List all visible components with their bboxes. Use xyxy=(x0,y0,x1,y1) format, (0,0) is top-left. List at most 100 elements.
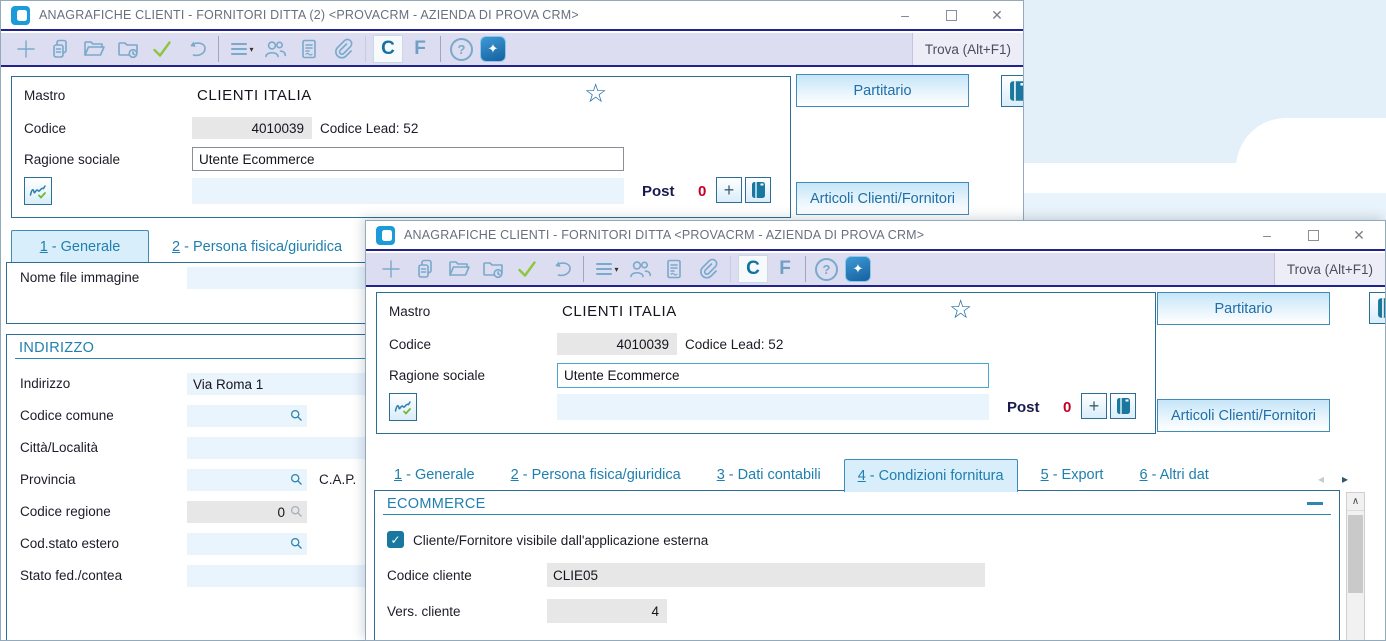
lookup-icon[interactable] xyxy=(290,473,303,486)
attachment-icon[interactable] xyxy=(328,35,358,63)
recent-documents-icon[interactable] xyxy=(478,255,508,283)
letter-c-button[interactable]: C xyxy=(738,255,768,283)
indirizzo-label: Indirizzo xyxy=(20,376,71,391)
tab-persona-fisica-giuridica[interactable]: 2 - Persona fisica/giuridica xyxy=(159,231,355,263)
menu-caret-icon: ▾ xyxy=(614,264,619,274)
tab-strip: 1 - Generale 2 - Persona fisica/giuridic… xyxy=(11,229,365,263)
ragione-sociale-label: Ragione sociale xyxy=(24,152,121,167)
tab-persona-fisica-giuridica[interactable]: 2 - Persona fisica/giuridica xyxy=(498,459,694,491)
vers-cliente-field: 4 xyxy=(547,599,667,623)
extra-description-field[interactable] xyxy=(192,178,624,204)
collapse-section-icon[interactable] xyxy=(1307,502,1323,505)
letter-f-button[interactable]: F xyxy=(772,255,798,283)
open-folder-icon[interactable] xyxy=(79,35,109,63)
mastro-label: Mastro xyxy=(24,88,66,103)
articoli-clienti-fornitori-button[interactable]: Articoli Clienti/Fornitori xyxy=(1157,399,1330,432)
close-icon[interactable]: ✕ xyxy=(989,7,1005,23)
notebook-icon xyxy=(751,182,765,198)
tab-scroll-left-icon[interactable]: ◂ xyxy=(1318,473,1324,485)
partitario-button[interactable]: Partitario xyxy=(796,74,969,107)
add-post-button[interactable]: + xyxy=(716,177,742,203)
open-folder-icon[interactable] xyxy=(444,255,474,283)
ragione-sociale-input[interactable]: Utente Ecommerce xyxy=(557,363,989,388)
titlebar[interactable]: ANAGRAFICHE CLIENTI - FORNITORI DITTA (2… xyxy=(1,1,1023,31)
tab-generale[interactable]: 1 - Generale xyxy=(11,230,149,263)
side-notebook-button[interactable] xyxy=(1369,292,1385,324)
codice-field: 4010039 xyxy=(557,333,677,355)
side-notebook-button[interactable] xyxy=(1001,75,1023,107)
provincia-label: Provincia xyxy=(20,472,76,487)
scroll-up-icon[interactable]: ∧ xyxy=(1347,493,1364,511)
recent-documents-icon[interactable] xyxy=(113,35,143,63)
close-icon[interactable]: ✕ xyxy=(1351,227,1367,243)
tab-generale[interactable]: 1 - Generale xyxy=(381,459,488,491)
lookup-icon xyxy=(290,505,302,517)
tab-scroll-right-icon[interactable]: ▸ xyxy=(1342,473,1348,485)
lookup-icon[interactable] xyxy=(290,537,303,550)
extra-description-field[interactable] xyxy=(557,394,989,420)
find-shortcut-label[interactable]: Trova (Alt+F1) xyxy=(1273,253,1385,285)
notes-icon[interactable] xyxy=(659,255,689,283)
tab-dati-contabili[interactable]: 3 - Dati contabili xyxy=(704,459,834,491)
ecommerce-section-title: ECOMMERCE xyxy=(383,493,1331,515)
find-shortcut-label[interactable]: Trova (Alt+F1) xyxy=(911,33,1023,65)
toolbar-separator xyxy=(218,36,219,62)
scrollbar-thumb[interactable] xyxy=(1348,515,1363,593)
letter-f-button[interactable]: F xyxy=(407,35,433,63)
maximize-icon[interactable] xyxy=(1305,227,1321,243)
vertical-scrollbar[interactable]: ∧ xyxy=(1346,492,1365,640)
tab-altri-dati[interactable]: 6 - Altri dat xyxy=(1126,459,1208,491)
visibile-esterna-checkbox[interactable]: ✓ xyxy=(387,531,404,548)
minimize-icon[interactable]: – xyxy=(1259,227,1275,243)
duplicate-icon[interactable] xyxy=(45,35,75,63)
minimize-icon[interactable]: – xyxy=(897,7,913,23)
ragione-sociale-input[interactable]: Utente Ecommerce xyxy=(192,147,624,171)
signature-check-icon xyxy=(29,185,46,199)
confirm-check-icon[interactable] xyxy=(512,255,542,283)
menu-icon[interactable]: ▾ xyxy=(226,35,256,63)
letter-c-button[interactable]: C xyxy=(373,35,403,63)
app-icon xyxy=(376,225,395,245)
add-post-button[interactable]: + xyxy=(1081,393,1107,419)
menu-icon[interactable]: ▾ xyxy=(591,255,621,283)
articoli-clienti-fornitori-button[interactable]: Articoli Clienti/Fornitori xyxy=(796,182,969,215)
contacts-icon[interactable] xyxy=(625,255,655,283)
contacts-icon[interactable] xyxy=(260,35,290,63)
maximize-icon[interactable] xyxy=(943,7,959,23)
duplicate-icon[interactable] xyxy=(410,255,440,283)
favorite-star-icon[interactable]: ☆ xyxy=(949,296,972,322)
ai-assistant-icon[interactable]: ✦ xyxy=(845,256,871,282)
help-icon[interactable]: ? xyxy=(450,37,473,61)
post-notebook-button[interactable] xyxy=(1110,393,1136,419)
tab-condizioni-fornitura[interactable]: 4 - Condizioni fornitura xyxy=(843,459,1018,492)
plus-icon: + xyxy=(723,180,735,200)
window-anagrafiche: ANAGRAFICHE CLIENTI - FORNITORI DITTA <P… xyxy=(365,220,1386,641)
codice-comune-field[interactable] xyxy=(187,405,307,427)
signature-check-button[interactable] xyxy=(24,177,52,205)
cod-stato-estero-field[interactable] xyxy=(187,533,307,555)
titlebar[interactable]: ANAGRAFICHE CLIENTI - FORNITORI DITTA <P… xyxy=(366,221,1385,251)
ai-assistant-icon[interactable]: ✦ xyxy=(480,36,506,62)
mastro-label: Mastro xyxy=(389,304,431,319)
toolbar-separator xyxy=(730,256,731,282)
new-record-icon[interactable] xyxy=(11,35,41,63)
post-label: Post xyxy=(642,183,675,200)
help-icon[interactable]: ? xyxy=(815,257,838,281)
attachment-icon[interactable] xyxy=(693,255,723,283)
undo-icon[interactable] xyxy=(546,255,576,283)
menu-caret-icon: ▾ xyxy=(249,44,254,54)
new-record-icon[interactable] xyxy=(376,255,406,283)
favorite-star-icon[interactable]: ☆ xyxy=(584,80,607,106)
post-notebook-button[interactable] xyxy=(745,177,771,203)
undo-icon[interactable] xyxy=(181,35,211,63)
tab-export[interactable]: 5 - Export xyxy=(1028,459,1117,491)
confirm-check-icon[interactable] xyxy=(147,35,177,63)
codice-cliente-label: Codice cliente xyxy=(387,568,472,583)
lookup-icon[interactable] xyxy=(290,409,303,422)
partitario-button[interactable]: Partitario xyxy=(1157,292,1330,325)
provincia-field[interactable] xyxy=(187,469,307,491)
signature-check-button[interactable] xyxy=(389,393,417,421)
notebook-icon xyxy=(1378,298,1385,318)
toolbar: ▾ C F ? ✦ Trova (Alt+F1) xyxy=(1,33,1023,67)
notes-icon[interactable] xyxy=(294,35,324,63)
